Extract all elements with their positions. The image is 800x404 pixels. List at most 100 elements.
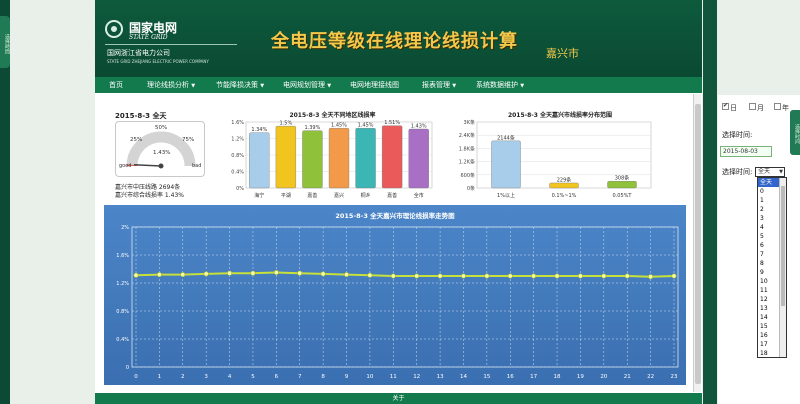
hour-option[interactable]: 2 [758, 205, 779, 214]
nav-item-grid-planning[interactable]: 电网规划管理 ▼ [283, 77, 331, 93]
nav-label: 电网规划管理 [283, 81, 325, 89]
hour-option[interactable]: 7 [758, 250, 779, 259]
x-tick-label: 0.05%T [613, 193, 633, 199]
hour-option[interactable]: 1 [758, 196, 779, 205]
nav-label: 报表管理 [422, 81, 450, 89]
nav-item-grid-map[interactable]: 电网地理接线图 [350, 77, 399, 93]
y-tick-label: 3K条 [464, 119, 475, 126]
hour-option[interactable]: 9 [758, 268, 779, 277]
nav-item-loss-analysis[interactable]: 理论线损分析 ▼ [147, 77, 195, 93]
check-icon: ✔ [723, 102, 729, 109]
hour-option[interactable]: 全天 [758, 178, 779, 187]
hour-option[interactable]: 18 [758, 349, 779, 358]
nav-item-data-maintenance[interactable]: 系统数据维护 ▼ [476, 77, 524, 93]
loss-rate-stat: 嘉兴市综合线损率 1.43% [115, 192, 184, 199]
gauge-tick-75: 75% [182, 137, 194, 143]
hour-option[interactable]: 0 [758, 187, 779, 196]
trend-x-tick-label: 2 [181, 374, 185, 380]
nav-item-energy-saving[interactable]: 节能降损决策 ▼ [216, 77, 264, 93]
left-side-tab[interactable]: 选择時間 [0, 16, 10, 68]
trend-point [344, 272, 350, 278]
hour-select[interactable]: 全天 ▼ [755, 167, 785, 177]
radio-year[interactable] [774, 103, 781, 110]
trend-x-tick-label: 11 [390, 374, 397, 380]
radio-day[interactable]: ✔ [722, 102, 729, 110]
radio-year-label: 年 [782, 104, 789, 112]
trend-x-tick-label: 21 [624, 374, 631, 380]
bar [549, 182, 579, 189]
hour-option[interactable]: 5 [758, 232, 779, 241]
hour-option[interactable]: 11 [758, 286, 779, 295]
radio-day-label: 日 [730, 104, 737, 112]
nav-item-reports[interactable]: 报表管理 ▼ [422, 77, 456, 93]
company-name: 国网浙江省电力公司 [107, 49, 170, 57]
x-tick-label: 桐乡 [361, 192, 371, 199]
y-tick-label: 2.4K条 [459, 132, 475, 139]
dropdown-scrollbar[interactable] [779, 178, 786, 357]
caret-down-icon: ▼ [327, 83, 332, 89]
dropdown-scroll-thumb[interactable] [781, 186, 785, 306]
trend-x-tick-label: 5 [251, 374, 255, 380]
hour-option[interactable]: 4 [758, 223, 779, 232]
radio-month[interactable] [749, 103, 756, 110]
x-tick-label: 全市 [414, 192, 424, 199]
gauge-hub [158, 163, 164, 169]
trend-y-tick-label: 1.6% [116, 253, 129, 259]
trend-x-tick-label: 17 [530, 374, 537, 380]
trend-point [367, 272, 373, 278]
hour-option[interactable]: 10 [758, 277, 779, 286]
trend-point [671, 273, 677, 279]
content-scroll-thumb[interactable] [695, 104, 701, 384]
hour-option[interactable]: 15 [758, 322, 779, 331]
trend-x-tick-label: 23 [671, 374, 678, 380]
trend-point [297, 270, 303, 276]
company-name-en: STATE GRID ZHEJIANG ELECTRIC POWER COMPA… [107, 59, 209, 64]
bar-value-label: 1.43% [411, 124, 427, 130]
trend-x-tick-label: 1 [158, 374, 162, 380]
hour-option[interactable]: 6 [758, 241, 779, 250]
trend-point [273, 270, 279, 276]
trend-point [460, 273, 466, 279]
x-tick-label: 嘉善 [387, 192, 397, 199]
gauge-bad-label: bad [192, 163, 201, 169]
gauge-good-label: good [119, 163, 131, 169]
bar-value-label: 1.39% [304, 125, 320, 131]
trend-point [437, 273, 443, 279]
y-tick-label: 1.6% [231, 120, 244, 126]
hour-option[interactable]: 14 [758, 313, 779, 322]
trend-point [156, 272, 162, 278]
trend-chart-title: 2015-8-3 全天嘉兴市理论线损率走势图 [335, 211, 455, 220]
nav-item-home[interactable]: 首页 [109, 77, 123, 93]
bar [302, 130, 323, 189]
distribution-bar-chart: 0条 600条 1.2K条 1.8K条 2.4K条 3K条 2144条 1%以上 229条 0.1… [459, 119, 652, 199]
hour-option[interactable]: 12 [758, 295, 779, 304]
logo-name-en: STATE GRID [129, 34, 168, 41]
gauge-title: 2015-8-3 全天 [115, 112, 167, 120]
x-tick-label: 嘉兴 [334, 192, 344, 199]
trend-point [601, 273, 607, 279]
right-side-tab[interactable]: 选择时间 [790, 110, 800, 155]
content-scrollbar[interactable] [693, 94, 701, 392]
hour-option[interactable]: 17 [758, 340, 779, 349]
trend-y-tick-label: 0.4% [116, 337, 129, 343]
hour-option[interactable]: 13 [758, 304, 779, 313]
bar [381, 125, 403, 189]
hour-option[interactable]: 16 [758, 331, 779, 340]
trend-point [577, 273, 583, 279]
trend-x-tick-label: 22 [647, 374, 654, 380]
hour-option[interactable]: 3 [758, 214, 779, 223]
bar [249, 132, 270, 189]
date-field[interactable]: 2015-08-03 [720, 146, 772, 157]
nav-label: 电网地理接线图 [350, 81, 399, 89]
trend-y-tick-label: 1.2% [116, 281, 129, 287]
footer-about[interactable]: 关于 [95, 393, 702, 404]
trend-y-tick-label: 0.8% [116, 309, 129, 315]
trend-y-tick-label: 0 [126, 365, 129, 371]
trend-x-tick-label: 9 [345, 374, 349, 380]
hour-option[interactable]: 8 [758, 259, 779, 268]
trend-x-tick-label: 15 [483, 374, 490, 380]
bar-value-label: 1.5% [280, 121, 293, 127]
trend-line-chart: 2015-8-3 全天嘉兴市理论线损率走势图 0 0.4% 0.8% 1.2% 1.6%… [104, 205, 686, 385]
hour-select-value: 全天 [758, 168, 771, 175]
trend-x-tick-label: 18 [554, 374, 561, 380]
